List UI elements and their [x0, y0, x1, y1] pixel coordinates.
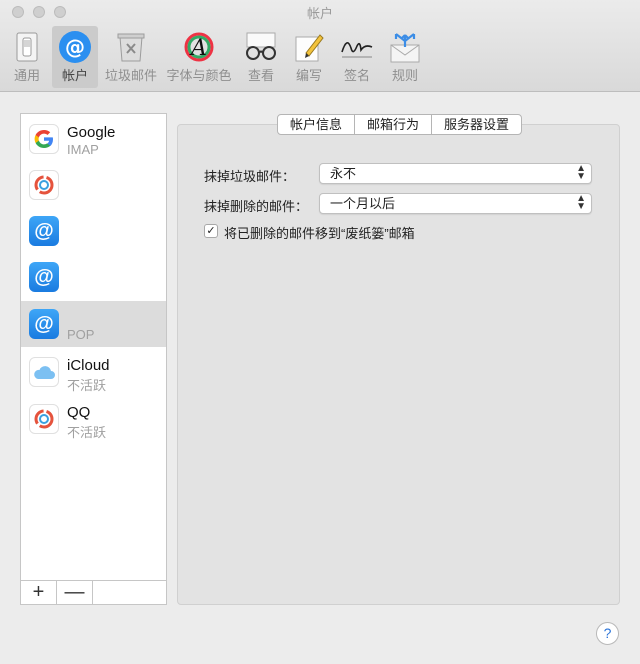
toolbar-signatures-label: 签名	[343, 68, 370, 83]
at-sign-icon: @	[29, 262, 59, 292]
account-list: Google IMAP @ @ @ POP iCloud 不活跃 QQ 不活跃 …	[20, 113, 167, 605]
erase-deleted-popup[interactable]: 一个月以后 ▲ ▼	[319, 193, 592, 214]
account-item-google[interactable]: Google IMAP	[21, 116, 166, 162]
add-account-button[interactable]: +	[21, 581, 57, 604]
account-item-qq[interactable]: QQ 不活跃	[21, 396, 166, 442]
account-item-4[interactable]: @	[21, 254, 166, 300]
erase-junk-label: 抹掉垃圾邮件：	[204, 169, 296, 184]
erase-deleted-value: 一个月以后	[330, 196, 396, 211]
toolbar-accounts-label: 帐户	[61, 68, 88, 83]
toolbar-accounts[interactable]: @ 帐户	[52, 26, 98, 88]
svg-text:@: @	[65, 35, 85, 59]
toolbar-general-label: 通用	[13, 68, 40, 83]
account-status: 不活跃	[67, 425, 107, 440]
font-color-icon: A	[181, 30, 217, 64]
window-toolbar: 帐户 通用 @ 帐户 垃圾邮件 A 字体与颜色 查看 编写 签名 规则	[0, 0, 640, 92]
toolbar-rules[interactable]: 规则	[382, 26, 428, 88]
erase-deleted-label: 抹掉删除的邮件：	[204, 199, 309, 214]
move-to-trash-checkbox[interactable]: ✓	[204, 224, 218, 238]
account-item-3[interactable]: @	[21, 208, 166, 254]
account-type: POP	[67, 327, 95, 342]
at-sign-icon: @	[57, 30, 93, 64]
toolbar-general[interactable]: 通用	[4, 26, 50, 88]
toolbar-viewing-label: 查看	[247, 68, 274, 83]
updown-chevron-icon: ▲ ▼	[576, 193, 586, 212]
rules-envelope-icon	[387, 30, 423, 64]
account-item-icloud[interactable]: iCloud 不活跃	[21, 349, 166, 395]
at-sign-icon: @	[29, 216, 59, 246]
glasses-icon	[243, 30, 279, 64]
erase-junk-value: 永不	[330, 166, 357, 181]
trash-bin-icon	[113, 30, 149, 64]
toolbar-junk-label: 垃圾邮件	[104, 68, 157, 83]
exchange-icon	[29, 170, 59, 200]
tab-server-settings[interactable]: 服务器设置	[432, 115, 521, 134]
help-button[interactable]: ?	[596, 622, 619, 645]
signature-icon	[339, 30, 375, 64]
remove-account-button[interactable]: —	[57, 581, 93, 604]
light-switch-icon	[9, 30, 45, 64]
toolbar-composing[interactable]: 编写	[286, 26, 332, 88]
account-tabs: 帐户信息 邮箱行为 服务器设置	[277, 114, 523, 135]
toolbar-signatures[interactable]: 签名	[334, 26, 380, 88]
account-item-2[interactable]	[21, 162, 166, 208]
icloud-icon	[29, 357, 59, 387]
toolbar-junk[interactable]: 垃圾邮件	[102, 26, 160, 88]
toolbar-rules-label: 规则	[391, 68, 418, 83]
svg-text:A: A	[189, 36, 207, 61]
window-title: 帐户	[306, 6, 333, 21]
toolbar-fonts-colors[interactable]: A 字体与颜色	[164, 26, 234, 88]
toolbar-viewing[interactable]: 查看	[238, 26, 284, 88]
erase-junk-popup[interactable]: 永不 ▲ ▼	[319, 163, 592, 184]
account-name: iCloud	[67, 357, 110, 374]
at-sign-icon: @	[29, 309, 59, 339]
account-item-5-selected[interactable]: @ POP	[21, 301, 166, 347]
tab-mailbox-behaviors[interactable]: 邮箱行为	[355, 115, 433, 134]
toolbar-composing-label: 编写	[295, 68, 322, 83]
pencil-paper-icon	[291, 30, 327, 64]
account-name: QQ	[67, 404, 91, 421]
account-status: 不活跃	[67, 378, 107, 393]
move-to-trash-label: 将已删除的邮件移到“废纸篓”邮箱	[224, 226, 415, 241]
account-list-controls: + —	[21, 580, 166, 604]
qq-icon	[29, 404, 59, 434]
account-type: IMAP	[67, 142, 99, 157]
account-name: Google	[67, 124, 116, 141]
updown-chevron-icon: ▲ ▼	[576, 163, 586, 182]
toolbar-fonts-colors-label: 字体与颜色	[166, 68, 232, 83]
google-icon	[29, 124, 59, 154]
tab-account-info[interactable]: 帐户信息	[278, 115, 356, 134]
